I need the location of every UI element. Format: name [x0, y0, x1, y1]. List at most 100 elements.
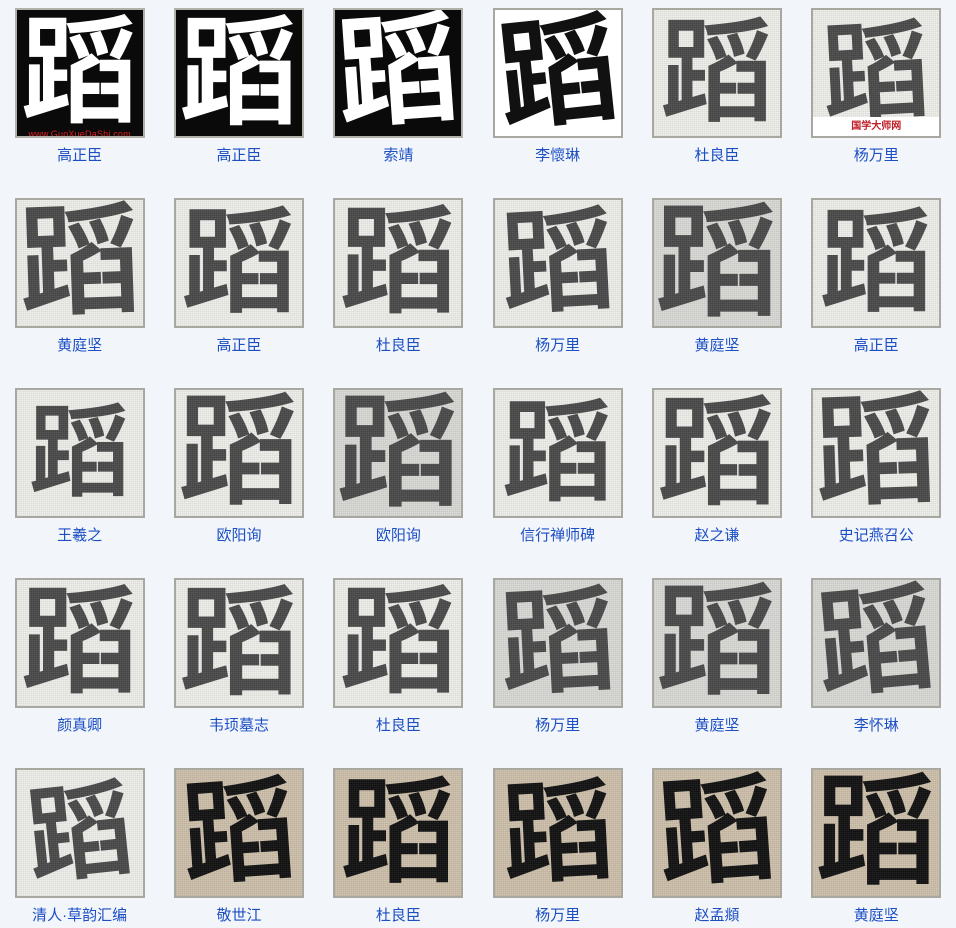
calligraphy-thumbnail-link[interactable]: 蹈 — [173, 198, 304, 328]
calligraphy-thumbnail-link[interactable]: 蹈 — [333, 8, 464, 138]
calligraphy-image[interactable]: 蹈 — [14, 198, 145, 328]
calligraphy-image[interactable]: 蹈 — [173, 8, 304, 138]
calligraphy-image[interactable]: 蹈 — [333, 198, 464, 328]
calligraphy-image[interactable]: 蹈 www.GuoXueDaShi.com — [14, 8, 145, 138]
calligrapher-name-link[interactable]: 杨万里 — [854, 147, 899, 164]
calligraphy-image[interactable]: 蹈国学大师网 — [811, 8, 942, 138]
calligrapher-name-link[interactable]: 杜良臣 — [694, 147, 739, 164]
calligraphy-image[interactable]: 蹈 — [14, 388, 145, 518]
calligraphy-thumbnail-link[interactable]: 蹈 — [333, 768, 464, 898]
calligraphy-thumbnail-link[interactable]: 蹈 — [173, 8, 304, 138]
calligraphy-thumbnail-link[interactable]: 蹈 — [811, 768, 942, 898]
calligrapher-name-link[interactable]: 杜良臣 — [376, 717, 421, 734]
calligraphy-image[interactable]: 蹈 — [651, 388, 782, 518]
calligrapher-name-link[interactable]: 颜真卿 — [57, 717, 102, 734]
calligrapher-name-link[interactable]: 杜良臣 — [376, 907, 421, 924]
calligrapher-name-link[interactable]: 李懷琳 — [535, 147, 580, 164]
calligraphy-thumbnail-link[interactable]: 蹈 — [333, 578, 464, 708]
calligraphy-thumbnail-link[interactable]: 蹈 — [651, 8, 782, 138]
calligraphy-image[interactable]: 蹈 — [173, 768, 304, 898]
calligraphy-glyph: 蹈 — [17, 770, 143, 896]
calligraphy-image[interactable]: 蹈 — [173, 578, 304, 708]
calligraphy-cell: 蹈颜真卿 — [0, 570, 159, 760]
calligraphy-image[interactable]: 蹈 — [811, 198, 942, 328]
calligraphy-image[interactable]: 蹈 — [811, 578, 942, 708]
calligraphy-thumbnail-link[interactable]: 蹈 — [14, 198, 145, 328]
calligraphy-glyph: 蹈 — [181, 198, 296, 328]
glyph-char: 蹈 — [813, 388, 939, 518]
calligrapher-name-link[interactable]: 高正臣 — [216, 147, 261, 164]
calligrapher-name-link[interactable]: 高正臣 — [216, 337, 261, 354]
calligrapher-name-link[interactable]: 欧阳询 — [216, 527, 261, 544]
calligraphy-image[interactable]: 蹈 — [173, 388, 304, 518]
calligraphy-image[interactable]: 蹈 — [492, 388, 623, 518]
calligraphy-thumbnail-link[interactable]: 蹈 — [811, 578, 942, 708]
calligraphy-image[interactable]: 蹈 — [333, 578, 464, 708]
calligraphy-thumbnail-link[interactable]: 蹈 — [492, 388, 623, 518]
calligrapher-name-link[interactable]: 索靖 — [383, 147, 413, 164]
calligraphy-image[interactable]: 蹈 — [333, 388, 464, 518]
calligraphy-thumbnail-link[interactable]: 蹈 — [14, 578, 145, 708]
calligraphy-image[interactable]: 蹈 — [492, 8, 623, 138]
calligraphy-thumbnail-link[interactable]: 蹈 — [333, 388, 464, 518]
calligraphy-thumbnail-link[interactable]: 蹈 — [14, 768, 145, 898]
calligraphy-thumbnail-link[interactable]: 蹈 — [651, 578, 782, 708]
calligraphy-glyph: 蹈 — [495, 770, 621, 896]
calligrapher-name-link[interactable]: 信行禅师碑 — [520, 527, 595, 544]
calligraphy-image[interactable]: 蹈 — [492, 198, 623, 328]
calligraphy-thumbnail-link[interactable]: 蹈 — [333, 198, 464, 328]
calligraphy-thumbnail-link[interactable]: 蹈 — [651, 768, 782, 898]
calligrapher-name-link[interactable]: 黄庭坚 — [694, 337, 739, 354]
calligraphy-image[interactable]: 蹈 — [333, 8, 464, 138]
calligraphy-thumbnail-link[interactable]: 蹈 — [811, 198, 942, 328]
calligrapher-name-link[interactable]: 杨万里 — [535, 337, 580, 354]
calligrapher-name-link[interactable]: 史记燕召公 — [839, 527, 914, 544]
calligraphy-image[interactable]: 蹈 — [492, 578, 623, 708]
calligraphy-image[interactable]: 蹈 — [492, 768, 623, 898]
calligraphy-thumbnail-link[interactable]: 蹈 — [173, 768, 304, 898]
calligraphy-image[interactable]: 蹈 — [651, 768, 782, 898]
calligraphy-thumbnail-link[interactable]: 蹈 — [811, 388, 942, 518]
calligrapher-name-link[interactable]: 赵之谦 — [694, 527, 739, 544]
calligraphy-thumbnail-link[interactable]: 蹈 — [492, 578, 623, 708]
calligrapher-name-link[interactable]: 李怀琳 — [854, 717, 899, 734]
calligraphy-thumbnail-link[interactable]: 蹈 — [14, 388, 145, 518]
calligrapher-name-link[interactable]: 王羲之 — [57, 527, 102, 544]
calligrapher-name-link[interactable]: 黄庭坚 — [854, 907, 899, 924]
calligrapher-name-link[interactable]: 赵孟頫 — [694, 907, 739, 924]
calligraphy-thumbnail-link[interactable]: 蹈 — [173, 388, 304, 518]
calligrapher-name-link[interactable]: 敬世江 — [216, 907, 261, 924]
calligraphy-image[interactable]: 蹈 — [14, 578, 145, 708]
calligrapher-name-link[interactable]: 高正臣 — [854, 337, 899, 354]
calligraphy-image[interactable]: 蹈 — [811, 768, 942, 898]
calligrapher-name-link[interactable]: 黄庭坚 — [57, 337, 102, 354]
calligraphy-thumbnail-link[interactable]: 蹈 — [492, 198, 623, 328]
calligrapher-name-link[interactable]: 黄庭坚 — [694, 717, 739, 734]
glyph-char: 蹈 — [820, 8, 933, 137]
calligraphy-thumbnail-link[interactable]: 蹈 — [173, 578, 304, 708]
calligrapher-name-link[interactable]: 杨万里 — [535, 717, 580, 734]
calligraphy-image[interactable]: 蹈 — [173, 198, 304, 328]
calligrapher-name-link[interactable]: 韦顼墓志 — [209, 717, 269, 734]
calligrapher-name-link[interactable]: 杜良臣 — [376, 337, 421, 354]
calligraphy-glyph: 蹈 — [657, 388, 776, 518]
calligraphy-image[interactable]: 蹈 — [333, 768, 464, 898]
glyph-char: 蹈 — [492, 8, 623, 138]
calligraphy-image[interactable]: 蹈 — [651, 198, 782, 328]
calligraphy-cell: 蹈敬世江 — [159, 760, 318, 928]
calligraphy-thumbnail-link[interactable]: 蹈国学大师网 — [811, 8, 942, 138]
calligrapher-name-link[interactable]: 杨万里 — [535, 907, 580, 924]
calligraphy-thumbnail-link[interactable]: 蹈 www.GuoXueDaShi.com — [14, 8, 145, 138]
calligraphy-image[interactable]: 蹈 — [651, 8, 782, 138]
calligraphy-thumbnail-link[interactable]: 蹈 — [492, 768, 623, 898]
calligrapher-name-link[interactable]: 清人·草韵汇编 — [32, 907, 127, 924]
calligrapher-name-link[interactable]: 欧阳询 — [376, 527, 421, 544]
calligrapher-name-link[interactable]: 高正臣 — [57, 147, 102, 164]
calligraphy-image[interactable]: 蹈 — [14, 768, 145, 898]
calligraphy-thumbnail-link[interactable]: 蹈 — [492, 8, 623, 138]
calligraphy-thumbnail-link[interactable]: 蹈 — [651, 198, 782, 328]
calligraphy-cell: 蹈黄庭坚 — [797, 760, 956, 928]
calligraphy-thumbnail-link[interactable]: 蹈 — [651, 388, 782, 518]
calligraphy-image[interactable]: 蹈 — [811, 388, 942, 518]
calligraphy-image[interactable]: 蹈 — [651, 578, 782, 708]
